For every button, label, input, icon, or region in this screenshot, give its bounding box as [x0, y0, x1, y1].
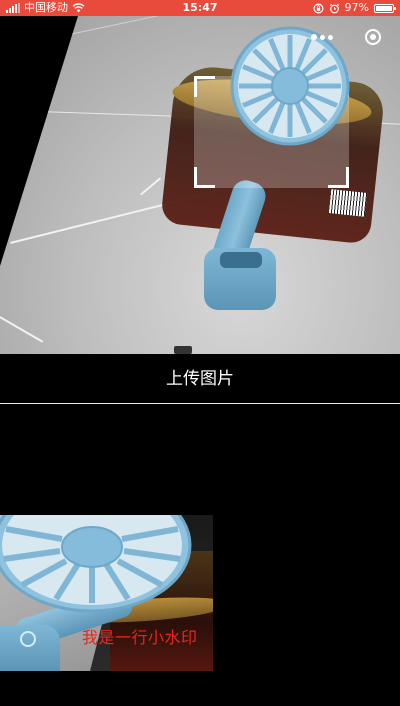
battery-icon	[374, 3, 396, 13]
status-bar: 中国移动 15:47 97%	[0, 0, 400, 16]
scan-corner-bottom-left	[194, 167, 215, 188]
remote	[174, 346, 192, 354]
battery-fill	[376, 5, 392, 11]
status-right: 97%	[313, 0, 396, 16]
camera-preview[interactable]	[0, 16, 400, 354]
page: 中国移动 15:47 97% 上传图片 我是一行小水印	[0, 0, 400, 706]
orientation-lock-icon	[313, 2, 324, 14]
cable	[140, 177, 162, 196]
watermark-text: 我是一行小水印	[82, 628, 198, 647]
alarm-icon	[329, 3, 339, 13]
mini-program-capsule	[304, 22, 388, 52]
watermarked-image: 我是一行小水印	[0, 515, 213, 671]
scan-corner-top-left	[194, 76, 215, 97]
result-fan-switch	[20, 631, 36, 647]
more-button[interactable]	[304, 22, 340, 52]
scan-corner-bottom-right	[328, 167, 349, 188]
result-fan-head	[0, 515, 192, 613]
barcode	[328, 189, 368, 217]
close-mini-program-button[interactable]	[358, 22, 388, 52]
record-close-icon	[365, 29, 381, 45]
desk-shadow	[60, 16, 217, 37]
divider	[0, 403, 400, 404]
more-dots-icon	[311, 34, 317, 40]
upload-image-button[interactable]: 上传图片	[0, 354, 400, 402]
battery-percent: 97%	[344, 1, 369, 14]
fan-base-hole	[220, 252, 262, 268]
cable	[0, 316, 44, 343]
